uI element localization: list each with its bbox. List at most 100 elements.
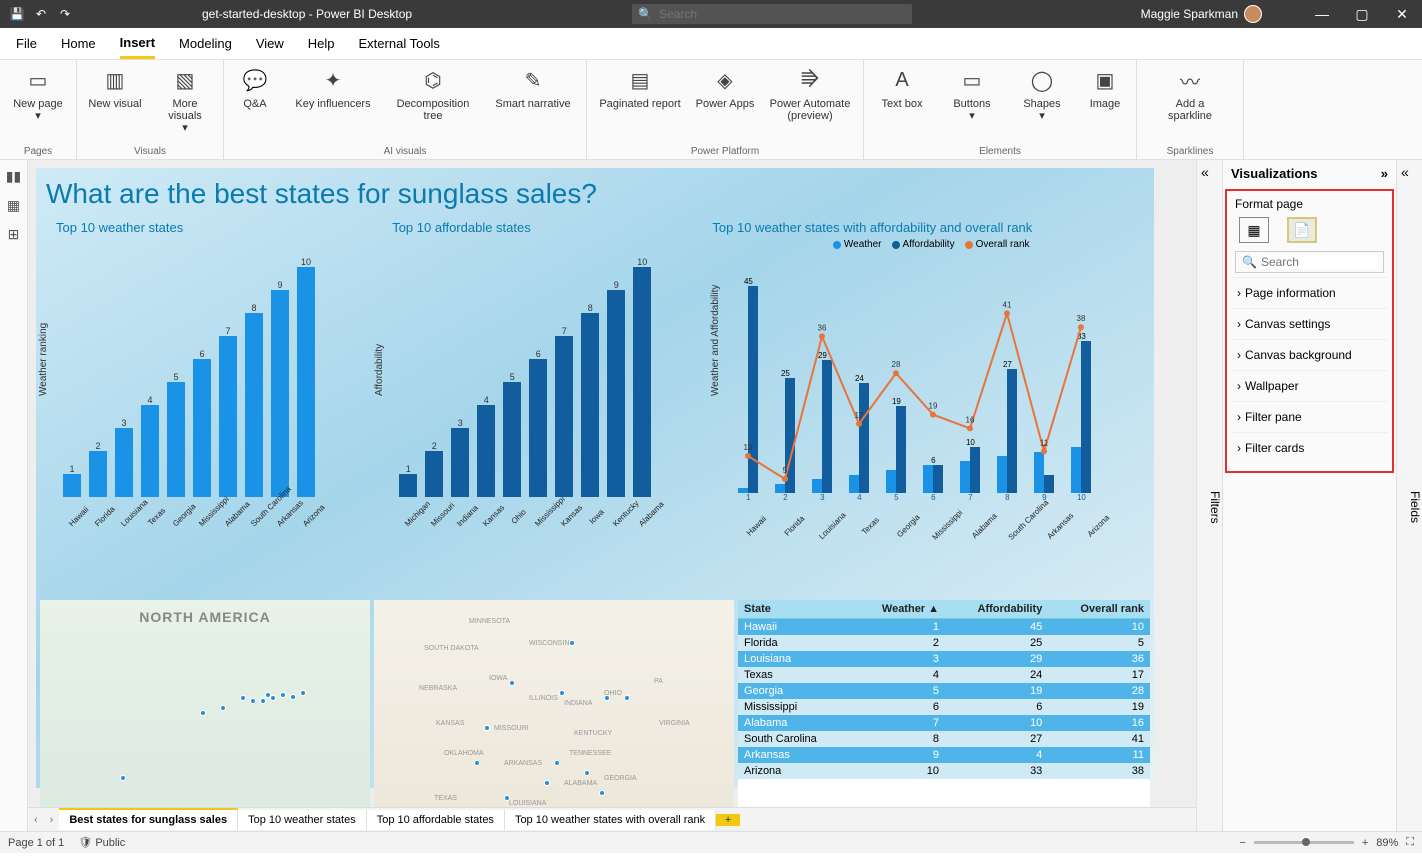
bar-col: 3 (448, 418, 472, 497)
table-header[interactable]: State (738, 600, 852, 619)
report-tab-icon[interactable]: ▦ (1239, 217, 1269, 243)
menu-external-tools[interactable]: External Tools (359, 30, 440, 57)
table-row[interactable]: Louisiana32936 (738, 651, 1150, 667)
format-category-filter-pane[interactable]: Filter pane (1231, 401, 1388, 432)
menu-help[interactable]: Help (308, 30, 335, 57)
report-view-icon[interactable]: ▮▮ (6, 168, 21, 185)
table-header[interactable]: Affordability (945, 600, 1048, 619)
sensitivity-label[interactable]: 🛡 Public (78, 836, 125, 849)
filters-pane-collapsed[interactable]: « Filters (1196, 160, 1222, 831)
sparkline-icon: 〰 (1174, 64, 1206, 96)
table-header[interactable]: Overall rank (1048, 600, 1150, 619)
bars: 12345678910 (40, 237, 368, 497)
format-category-canvas-settings[interactable]: Canvas settings (1231, 308, 1388, 339)
user-area[interactable]: Maggie Sparkman (1141, 5, 1302, 23)
fields-pane-collapsed[interactable]: « Fields (1396, 160, 1422, 831)
page-tab[interactable]: Top 10 weather states (238, 810, 367, 830)
table-header[interactable]: Weather ▲ (852, 600, 945, 619)
model-view-icon[interactable]: ⊞ (8, 226, 20, 243)
pauto-button[interactable]: ⭆Power Automate(preview) (765, 64, 855, 122)
new-visual-button[interactable]: ▥New visual (85, 64, 145, 110)
maximize-icon[interactable]: ▢ (1342, 6, 1382, 23)
table-row[interactable]: Texas42417 (738, 667, 1150, 683)
minimize-icon[interactable]: — (1302, 6, 1342, 23)
menu-file[interactable]: File (16, 30, 37, 57)
sparkline-button[interactable]: 〰Add asparkline (1145, 64, 1235, 122)
qna-button[interactable]: 💬Q&A (232, 64, 278, 110)
ribbon-label: Power Apps (696, 98, 755, 110)
more-visuals-button[interactable]: ▧More visuals▾ (155, 64, 215, 134)
report-canvas[interactable]: What are the best states for sunglass sa… (36, 168, 1154, 788)
buttons-button[interactable]: ▭Buttons▾ (942, 64, 1002, 122)
expand-icon[interactable]: » (1381, 166, 1388, 181)
new-page-button[interactable]: ▭New page▾ (8, 64, 68, 122)
papps-button[interactable]: ◈Power Apps (695, 64, 755, 110)
menu-view[interactable]: View (256, 30, 284, 57)
close-icon[interactable]: ✕ (1382, 6, 1422, 23)
group-label: Sparklines (1145, 144, 1235, 157)
key-inf-button[interactable]: ✦Key influencers (288, 64, 378, 110)
ribbon-label: Decomposition tree (388, 98, 478, 122)
chart-affordable[interactable]: Top 10 affordable states Affordability 1… (376, 216, 704, 600)
menu-modeling[interactable]: Modeling (179, 30, 232, 57)
format-category-page-information[interactable]: Page information (1231, 277, 1388, 308)
menu-home[interactable]: Home (61, 30, 96, 57)
table-row[interactable]: Hawaii14510 (738, 619, 1150, 636)
chart-weather[interactable]: Top 10 weather states Weather ranking 12… (40, 216, 368, 600)
table-row[interactable]: Alabama71016 (738, 715, 1150, 731)
format-category-canvas-background[interactable]: Canvas background (1231, 339, 1388, 370)
state-label: NEBRASKA (419, 685, 457, 692)
menu-insert[interactable]: Insert (120, 29, 155, 59)
format-tab-icon[interactable]: 📄 (1287, 217, 1317, 243)
category-label: Florida (93, 505, 116, 528)
table-row[interactable]: Florida2255 (738, 635, 1150, 651)
map-usa[interactable]: MINNESOTAWISCONSINSOUTH DAKOTAIOWANEBRAS… (374, 600, 734, 824)
table-row[interactable]: South Carolina82741 (738, 731, 1150, 747)
shapes-button[interactable]: ◯Shapes▾ (1012, 64, 1072, 122)
table-row[interactable]: Mississippi6619 (738, 699, 1150, 715)
format-category-wallpaper[interactable]: Wallpaper (1231, 370, 1388, 401)
global-search[interactable]: 🔍 (632, 4, 912, 24)
chart-combo[interactable]: Top 10 weather states with affordability… (712, 216, 1150, 600)
save-icon[interactable]: 💾 (8, 7, 26, 21)
add-page-button[interactable]: + (716, 814, 740, 826)
data-table[interactable]: StateWeather ▲AffordabilityOverall rankH… (738, 600, 1150, 824)
category-label: South Carolina (1007, 510, 1039, 542)
format-search[interactable]: 🔍 (1235, 251, 1384, 273)
tab-next[interactable]: › (44, 814, 60, 826)
viz-title: Visualizations (1231, 166, 1317, 181)
fit-icon[interactable]: ⛶ (1406, 836, 1414, 849)
format-category-filter-cards[interactable]: Filter cards (1231, 432, 1388, 463)
buttons-icon: ▭ (956, 64, 988, 96)
map-point (270, 695, 276, 701)
page-tab[interactable]: Top 10 affordable states (367, 810, 505, 830)
legend-rank: Overall rank (965, 239, 1030, 250)
format-search-input[interactable] (1261, 255, 1377, 269)
category-label: Hawaii (67, 505, 90, 528)
smart-button[interactable]: ✎Smart narrative (488, 64, 578, 110)
redo-icon[interactable]: ↷ (56, 7, 74, 21)
avatar[interactable] (1244, 5, 1262, 23)
ribbon-label: Text box (882, 98, 923, 110)
tab-prev[interactable]: ‹ (28, 814, 44, 826)
textbox-button[interactable]: AText box (872, 64, 932, 110)
map-point (544, 780, 550, 786)
decomp-button[interactable]: ⌬Decomposition tree (388, 64, 478, 122)
zoom-in[interactable]: + (1362, 837, 1368, 849)
undo-icon[interactable]: ↶ (32, 7, 50, 21)
zoom-out[interactable]: − (1239, 837, 1245, 849)
zoom-slider[interactable] (1254, 841, 1354, 844)
data-view-icon[interactable]: ▦ (7, 197, 20, 214)
fields-label: Fields (1408, 491, 1422, 523)
table-row[interactable]: Arkansas9411 (738, 747, 1150, 763)
category-label: Arizona (301, 505, 324, 528)
map-world[interactable]: NORTH AMERICA ▶ Bing © 2019 Microsoft Co… (40, 600, 370, 824)
paginated-button[interactable]: ▤Paginated report (595, 64, 685, 110)
image-button[interactable]: ▣Image (1082, 64, 1128, 110)
page-tab[interactable]: Best states for sunglass sales (59, 808, 238, 830)
map-point (290, 694, 296, 700)
table-row[interactable]: Arizona103338 (738, 763, 1150, 779)
search-input[interactable] (659, 7, 906, 21)
table-row[interactable]: Georgia51928 (738, 683, 1150, 699)
page-tab[interactable]: Top 10 weather states with overall rank (505, 810, 716, 830)
